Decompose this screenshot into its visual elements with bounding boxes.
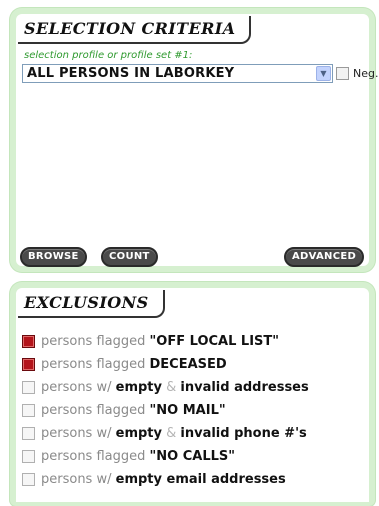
exclusion-label-part: "NO MAIL" bbox=[149, 403, 226, 418]
count-button[interactable]: COUNT bbox=[101, 247, 158, 267]
exclusion-label: persons flagged "NO CALLS" bbox=[41, 448, 235, 466]
exclusion-label-part: persons flagged bbox=[41, 357, 150, 372]
exclusion-label-part: DECEASED bbox=[149, 357, 227, 372]
exclusion-label-part: empty bbox=[115, 380, 162, 395]
browse-button[interactable]: BROWSE bbox=[20, 247, 87, 267]
neg-label: Neg. bbox=[353, 67, 379, 80]
unchecked-checkbox-icon[interactable] bbox=[22, 427, 35, 440]
selection-criteria-title: SELECTION CRITERIA bbox=[18, 16, 252, 44]
chevron-down-icon[interactable]: ▼ bbox=[316, 66, 331, 81]
exclusion-label-part: "NO CALLS" bbox=[149, 449, 236, 464]
exclusion-label-part: & bbox=[161, 426, 181, 441]
exclusion-label: persons flagged DECEASED bbox=[41, 356, 227, 374]
unchecked-checkbox-icon[interactable] bbox=[22, 450, 35, 463]
profile-hint-label: selection profile or profile set #1: bbox=[24, 50, 193, 61]
profile-select[interactable]: ALL PERSONS IN LABORKEY ▼ bbox=[22, 64, 333, 83]
exclusions-panel: EXCLUSIONS persons flagged "OFF LOCAL LI… bbox=[10, 282, 375, 506]
exclusion-label-part: empty email addresses bbox=[115, 472, 286, 487]
unchecked-checkbox-icon[interactable] bbox=[22, 473, 35, 486]
exclusion-label-part: invalid phone #'s bbox=[180, 426, 307, 441]
exclusion-label-part: persons flagged bbox=[41, 334, 150, 349]
exclusion-label-part: empty bbox=[115, 426, 162, 441]
checked-checkbox-icon[interactable] bbox=[22, 358, 35, 371]
unchecked-checkbox-icon[interactable] bbox=[22, 404, 35, 417]
neg-checkbox[interactable] bbox=[336, 67, 349, 80]
exclusion-label: persons w/ empty & invalid addresses bbox=[41, 379, 309, 397]
exclusion-label-part: persons w/ bbox=[41, 426, 116, 441]
exclusions-title: EXCLUSIONS bbox=[18, 290, 165, 318]
exclusion-label-part: persons flagged bbox=[41, 449, 150, 464]
exclusion-label-part: "OFF LOCAL LIST" bbox=[149, 334, 280, 349]
exclusion-label-part: persons flagged bbox=[41, 403, 150, 418]
exclusion-label: persons w/ empty email addresses bbox=[41, 471, 286, 489]
unchecked-checkbox-icon[interactable] bbox=[22, 381, 35, 394]
profile-select-value: ALL PERSONS IN LABORKEY bbox=[27, 66, 235, 81]
exclusion-label-part: persons w/ bbox=[41, 472, 116, 487]
exclusion-label: persons flagged "OFF LOCAL LIST" bbox=[41, 333, 279, 351]
exclusion-label-part: persons w/ bbox=[41, 380, 116, 395]
exclusion-label-part: & bbox=[161, 380, 181, 395]
selection-criteria-panel: SELECTION CRITERIA selection profile or … bbox=[10, 8, 379, 272]
checked-checkbox-icon[interactable] bbox=[22, 335, 35, 348]
advanced-button[interactable]: ADVANCED bbox=[284, 247, 365, 267]
exclusion-label: persons w/ empty & invalid phone #'s bbox=[41, 425, 307, 443]
exclusion-label: persons flagged "NO MAIL" bbox=[41, 402, 226, 420]
exclusion-label-part: invalid addresses bbox=[180, 380, 309, 395]
